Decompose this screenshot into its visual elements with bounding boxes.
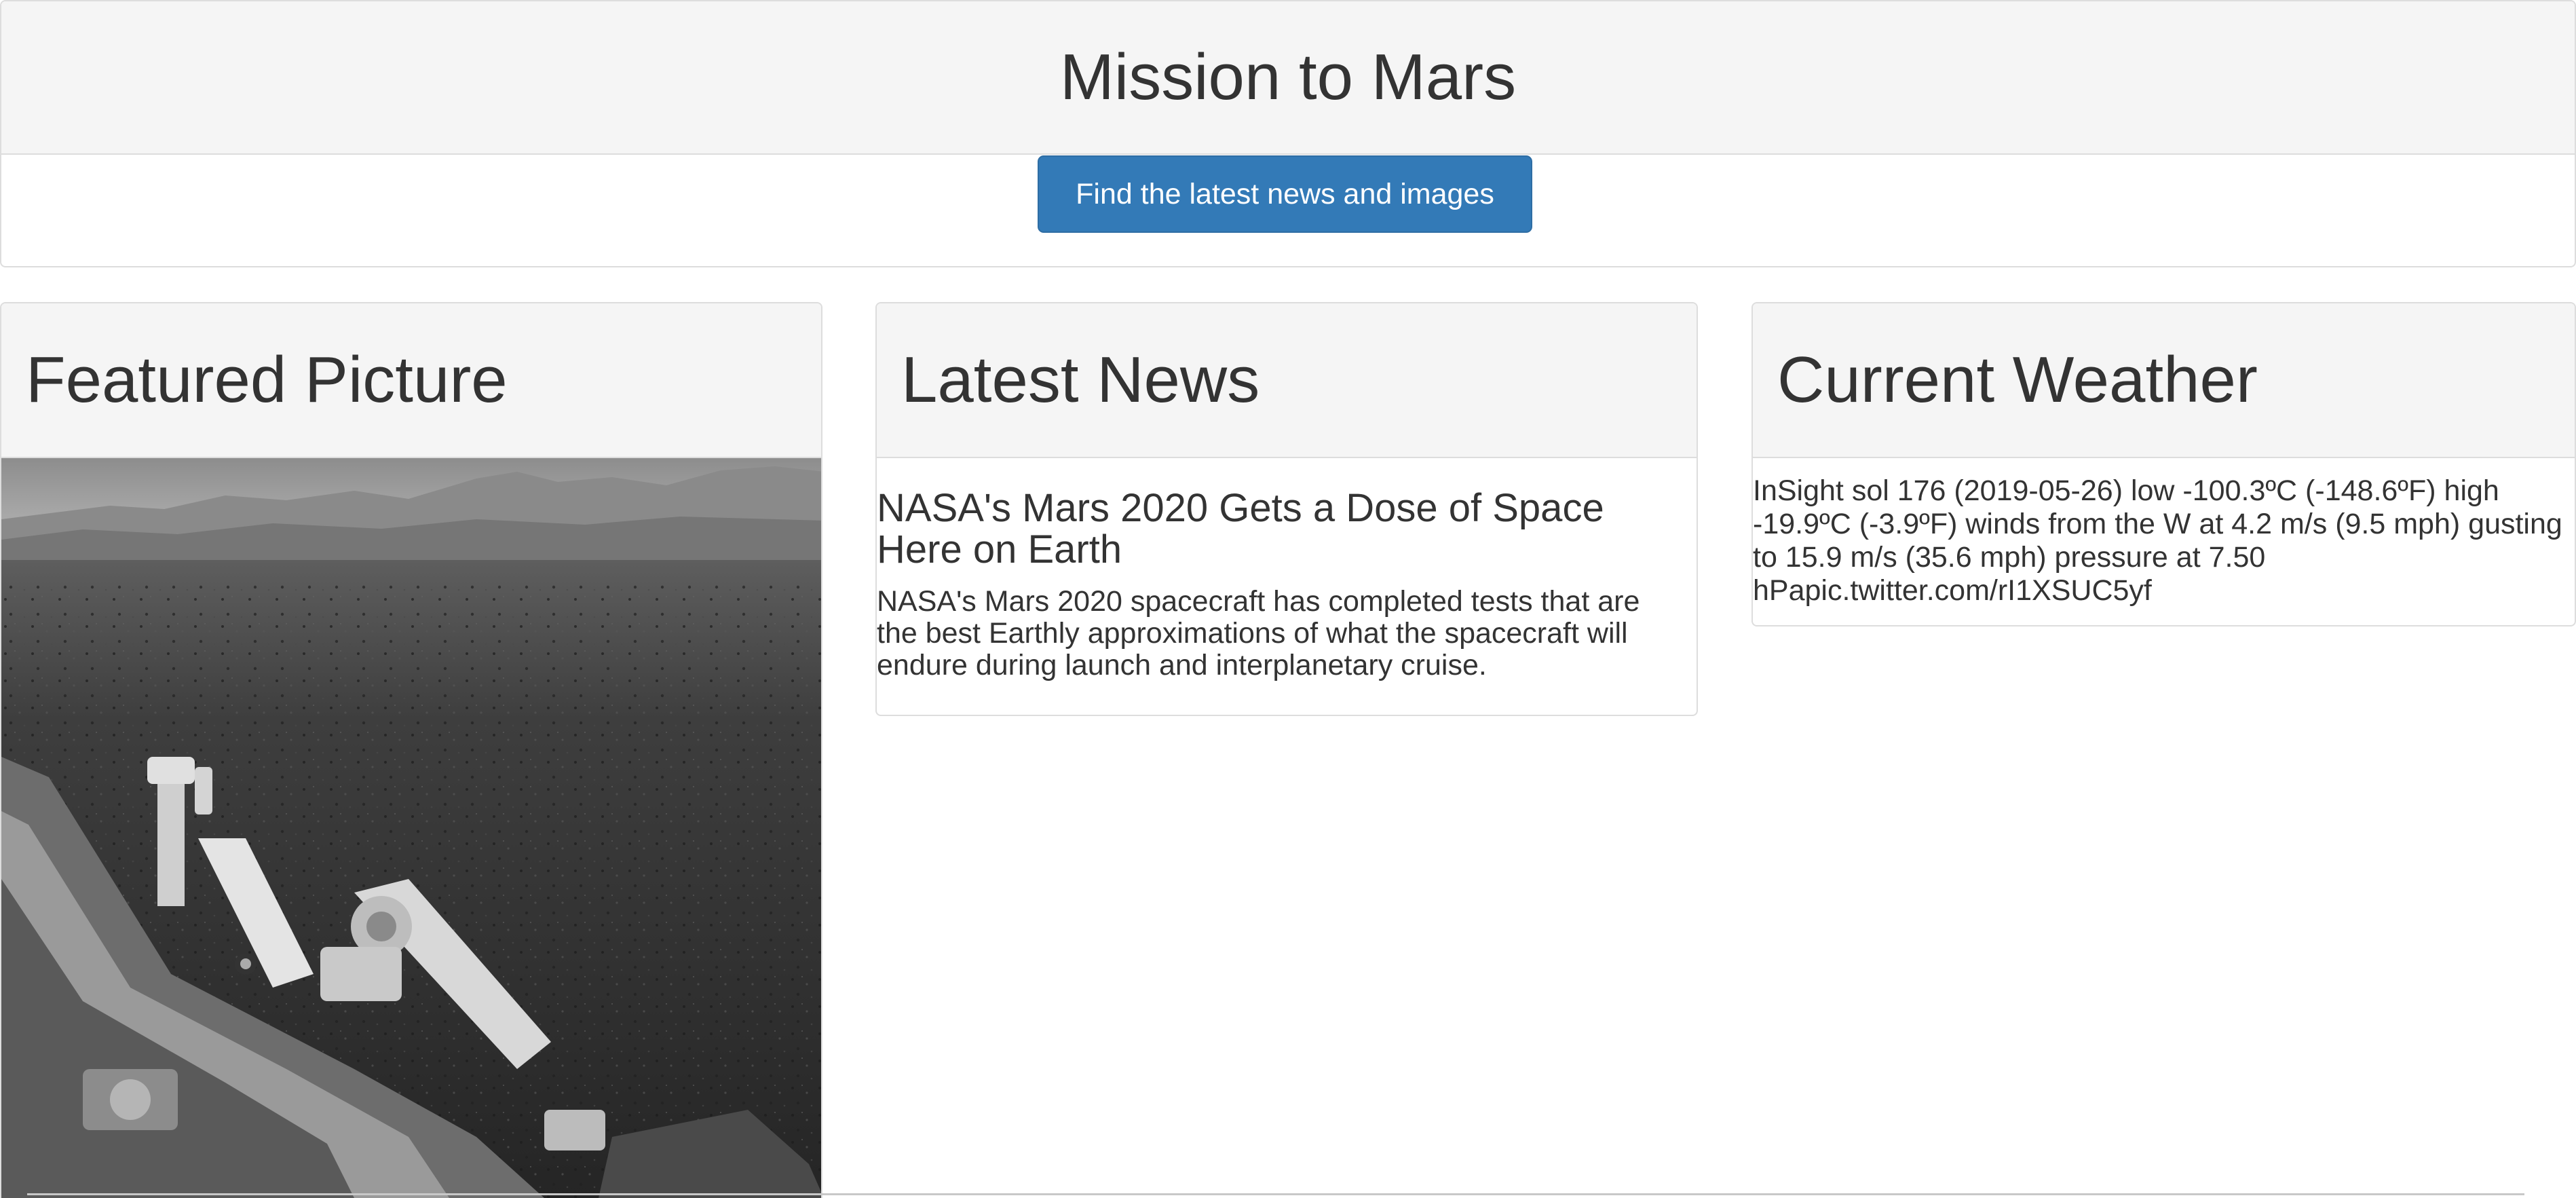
news-paragraph: NASA's Mars 2020 spacecraft has complete… [877,584,1640,682]
featured-picture-panel: Featured Picture [0,302,822,1198]
find-news-button[interactable]: Find the latest news and images [1038,155,1532,233]
top-panel: Mission to Mars Find the latest news and… [0,0,2576,267]
current-weather-title: Current Weather [1777,343,2258,416]
news-body: NASA's Mars 2020 Gets a Dose of Space He… [877,458,1697,682]
bottom-divider [27,1193,2524,1195]
current-weather-heading: Current Weather [1753,303,2575,458]
featured-picture-heading: Featured Picture [1,303,821,458]
mars-rover-image [1,458,821,1198]
weather-body: InSight sol 176 (2019-05-26) low -100.3º… [1753,458,2575,607]
page-title: Mission to Mars [1059,41,1517,113]
news-headline: NASA's Mars 2020 Gets a Dose of Space He… [877,486,1604,572]
featured-image [1,458,821,1198]
featured-picture-title: Featured Picture [26,343,508,416]
weather-report: InSight sol 176 (2019-05-26) low -100.3º… [1753,474,2562,607]
current-weather-panel: Current Weather InSight sol 176 (2019-05… [1751,302,2576,626]
latest-news-panel: Latest News NASA's Mars 2020 Gets a Dose… [875,302,1698,716]
latest-news-title: Latest News [901,343,1260,416]
latest-news-heading: Latest News [877,303,1697,458]
top-heading: Mission to Mars [1,1,2575,155]
